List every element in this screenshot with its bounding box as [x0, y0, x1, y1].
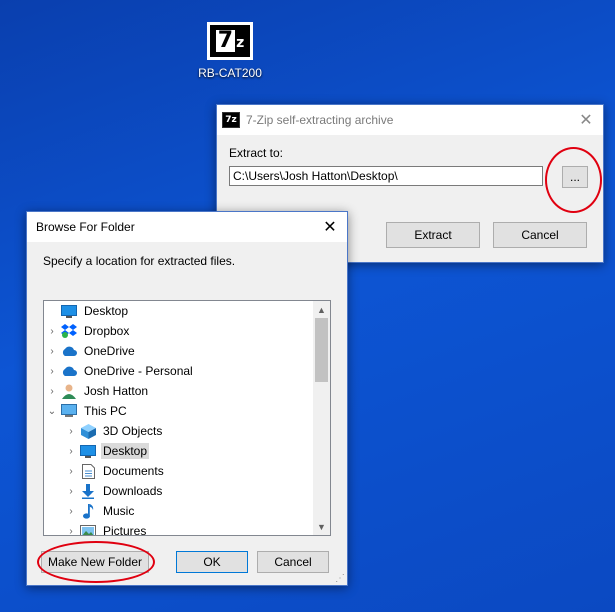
tree-item-label: Dropbox [84, 324, 130, 338]
browse-instruction: Specify a location for extracted files. [43, 254, 236, 268]
chevron-right-icon[interactable]: › [44, 326, 60, 337]
tree-item-label: 3D Objects [103, 424, 163, 438]
scroll-thumb[interactable] [315, 318, 328, 382]
tree-item-label: Desktop [84, 304, 129, 318]
cube-icon [79, 423, 97, 439]
sevenzip-logo-icon: 7z [207, 22, 253, 60]
resize-grip-icon[interactable]: ⋰ [335, 573, 345, 584]
scroll-up-arrow-icon[interactable]: ▲ [313, 301, 330, 318]
tree-item[interactable]: › Downloads [63, 481, 164, 501]
browse-cancel-button[interactable]: Cancel [257, 551, 329, 573]
tree-item[interactable]: › Desktop [63, 441, 150, 461]
desktop-icon [79, 443, 97, 459]
tree-item-label: Pictures [103, 524, 147, 536]
tree-item[interactable]: Desktop [44, 301, 130, 321]
tree-item[interactable]: › Documents [63, 461, 166, 481]
desktop-icon-label: RB-CAT200 [198, 66, 262, 80]
desktop-7zip-shortcut[interactable]: 7z RB-CAT200 [198, 22, 262, 80]
make-new-folder-button[interactable]: Make New Folder [41, 551, 149, 573]
chevron-right-icon[interactable]: › [63, 506, 79, 517]
document-icon [79, 463, 97, 479]
extract-to-label: Extract to: [229, 146, 284, 160]
ok-button[interactable]: OK [176, 551, 248, 573]
chevron-right-icon[interactable]: › [44, 386, 60, 397]
browse-window-title: Browse For Folder [36, 220, 135, 234]
tree-item-label: This PC [84, 404, 127, 418]
close-icon[interactable]: ✕ [569, 105, 603, 135]
tree-item-label: OneDrive - Personal [84, 364, 193, 378]
chevron-right-icon[interactable]: › [63, 526, 79, 536]
tree-item-label: Desktop [101, 443, 150, 459]
chevron-right-icon[interactable]: › [63, 446, 79, 457]
close-icon[interactable]: ✕ [313, 212, 347, 242]
sevenzip-titlebar[interactable]: 7z 7-Zip self-extracting archive ✕ [217, 105, 603, 135]
tree-item[interactable]: › Music [63, 501, 136, 521]
tree-item[interactable]: › OneDrive [44, 341, 137, 361]
folder-tree[interactable]: Desktop › Dropbox › OneDrive › OneDrive - Pers… [43, 300, 331, 536]
browse-button[interactable]: ... [562, 166, 588, 188]
extract-button[interactable]: Extract [386, 222, 480, 248]
computer-icon [60, 403, 78, 419]
browse-titlebar[interactable]: Browse For Folder ✕ [27, 212, 347, 242]
desktop-icon [60, 303, 78, 319]
picture-icon [79, 523, 97, 535]
tree-item[interactable]: › 3D Objects [63, 421, 164, 441]
chevron-right-icon[interactable]: › [63, 486, 79, 497]
tree-item-label: Josh Hatton [84, 384, 149, 398]
tree-scrollbar[interactable]: ▲ ▼ [313, 301, 330, 535]
user-icon [60, 383, 78, 399]
music-icon [79, 503, 97, 519]
tree-item[interactable]: › Pictures [63, 521, 148, 536]
browse-folder-dialog: Browse For Folder ✕ Specify a location f… [26, 211, 348, 586]
chevron-right-icon[interactable]: › [63, 426, 79, 437]
cloud-icon [60, 363, 78, 379]
tree-item[interactable]: › Josh Hatton [44, 381, 150, 401]
cloud-icon [60, 343, 78, 359]
tree-item-label: Music [103, 504, 135, 518]
download-icon [79, 483, 97, 499]
extract-path-input[interactable] [229, 166, 543, 186]
tree-item-label: Downloads [103, 484, 163, 498]
chevron-right-icon[interactable]: › [63, 466, 79, 477]
chevron-down-icon[interactable]: ⌄ [44, 406, 60, 417]
sevenzip-window-title: 7-Zip self-extracting archive [246, 113, 394, 127]
scroll-down-arrow-icon[interactable]: ▼ [313, 518, 330, 535]
dropbox-icon [60, 323, 78, 339]
tree-item[interactable]: ⌄ This PC [44, 401, 129, 421]
chevron-right-icon[interactable]: › [44, 346, 60, 357]
chevron-right-icon[interactable]: › [44, 366, 60, 377]
tree-item-label: OneDrive [84, 344, 135, 358]
tree-item[interactable]: › Dropbox [44, 321, 131, 341]
sevenzip-app-icon: 7z [222, 112, 240, 128]
zip-cancel-button[interactable]: Cancel [493, 222, 587, 248]
tree-item-label: Documents [103, 464, 164, 478]
tree-item[interactable]: › OneDrive - Personal [44, 361, 195, 381]
